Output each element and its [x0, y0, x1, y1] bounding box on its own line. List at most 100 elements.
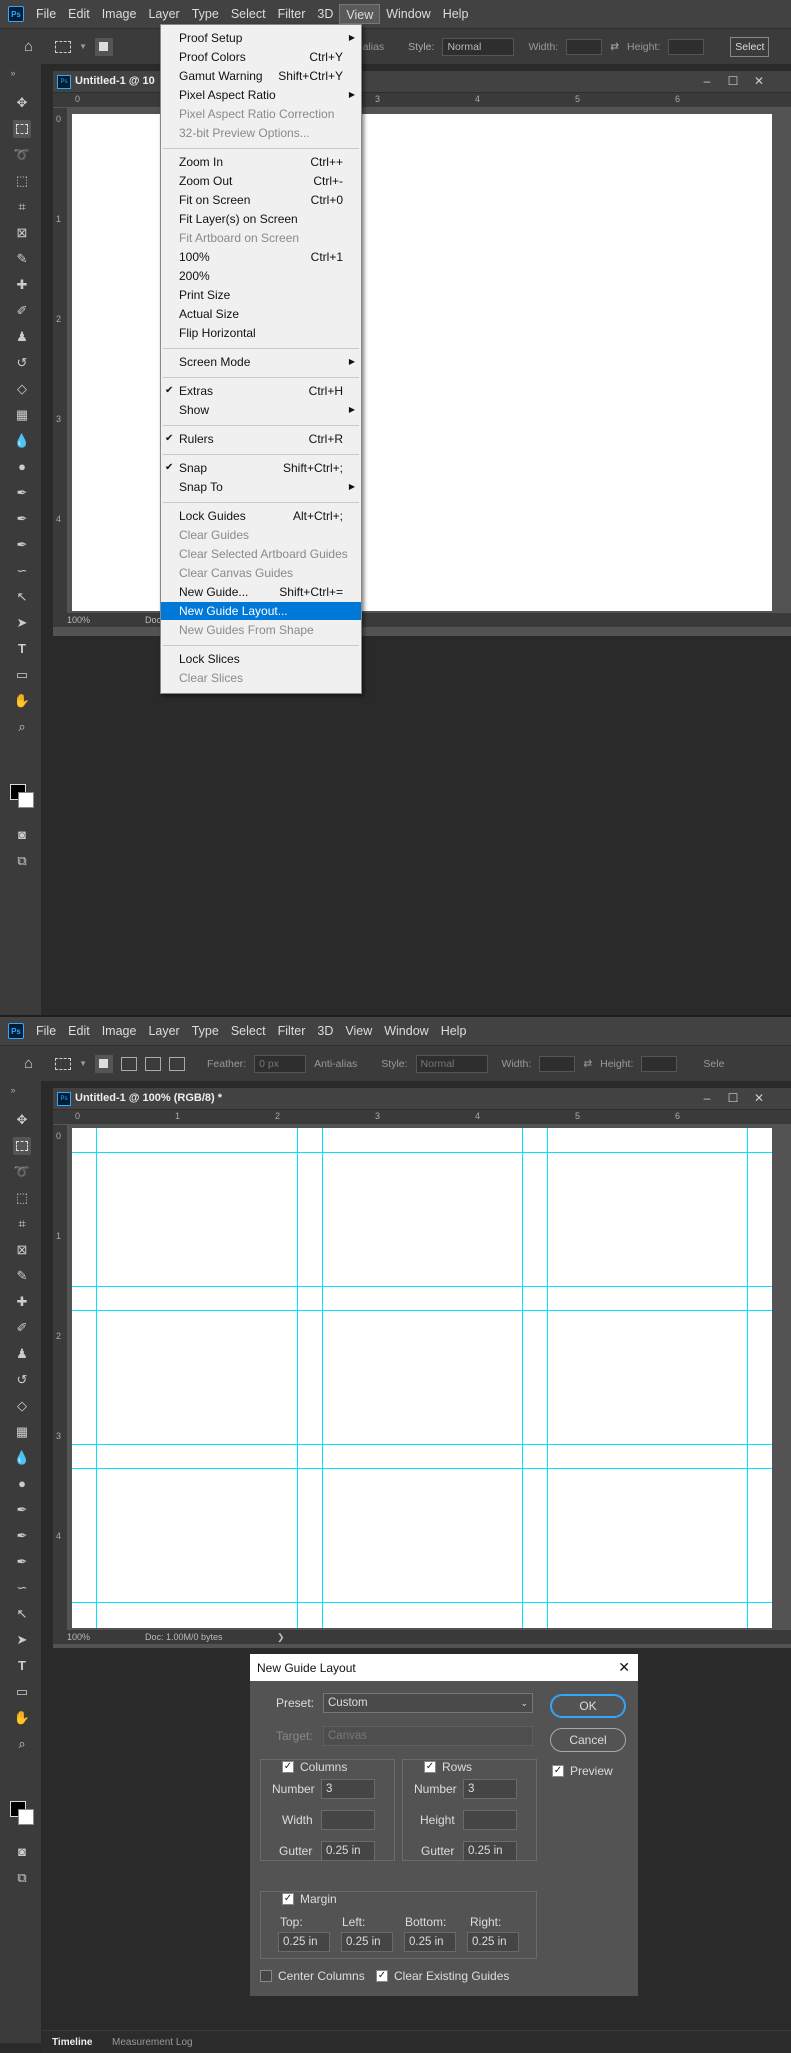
rows-checkbox[interactable]: ✓ [424, 1761, 436, 1773]
view-menu-item[interactable]: Lock Guides Alt+Ctrl+; [161, 507, 361, 525]
guide-horizontal[interactable] [72, 1468, 772, 1469]
view-menu-item[interactable]: Zoom Out Ctrl+- [161, 172, 361, 190]
view-menu-item[interactable]: Proof Setup ▶ [161, 29, 361, 47]
new-selection-icon[interactable] [94, 37, 113, 56]
minimize-icon[interactable]: – [699, 74, 715, 90]
menu-image[interactable]: Image [96, 1021, 143, 1041]
menu-layer[interactable]: Layer [142, 4, 185, 24]
row-gutter-input[interactable]: 0.25 in [463, 1841, 517, 1861]
select-and-mask-button[interactable]: Sele [703, 1058, 724, 1070]
eyedropper-icon[interactable]: ✎ [13, 250, 31, 268]
column-gutter-input[interactable]: 0.25 in [321, 1841, 375, 1861]
clone-stamp-icon[interactable]: ♟ [13, 328, 31, 346]
view-menu-item[interactable]: New Guide... Shift+Ctrl+= [161, 583, 361, 601]
chevron-down-icon[interactable]: ▼ [79, 1059, 87, 1068]
chevron-right-icon[interactable]: ❯ [277, 1632, 285, 1643]
canvas[interactable] [72, 1128, 772, 1628]
chevron-down-icon[interactable]: ▼ [79, 42, 87, 51]
frame-tool-icon[interactable]: ⊠ [13, 1241, 31, 1259]
gradient-tool-icon[interactable]: ▦ [13, 1423, 31, 1441]
width-input[interactable] [566, 38, 603, 55]
guide-vertical[interactable] [547, 1128, 548, 1628]
collapse-icon[interactable]: » [4, 1081, 22, 1099]
horizontal-ruler[interactable]: 0 1 2 3 4 5 6 [53, 1110, 791, 1125]
lasso-tool-icon[interactable]: ➰ [13, 1163, 31, 1181]
type-tool-icon[interactable]: T [13, 1657, 31, 1675]
history-brush-icon[interactable]: ↺ [13, 1371, 31, 1389]
guide-vertical[interactable] [747, 1128, 748, 1628]
menu-edit[interactable]: Edit [62, 1021, 96, 1041]
tab-timeline[interactable]: Timeline [52, 2037, 92, 2048]
new-selection-icon[interactable] [94, 1054, 113, 1073]
zoom-level[interactable]: 100% [67, 1632, 90, 1642]
view-menu-item[interactable]: ✔ Rulers Ctrl+R [161, 430, 361, 448]
view-menu-item[interactable]: 100% Ctrl+1 [161, 248, 361, 266]
history-brush-icon[interactable]: ↺ [13, 354, 31, 372]
menu-select[interactable]: Select [225, 1021, 272, 1041]
tab-measurement-log[interactable]: Measurement Log [112, 2037, 193, 2048]
menu-file[interactable]: File [30, 4, 62, 24]
freeform-pen-icon[interactable]: ✒ [13, 1553, 31, 1571]
intersect-selection-icon[interactable] [168, 1056, 185, 1071]
object-select-icon[interactable]: ⬚ [13, 1189, 31, 1207]
collapse-icon[interactable]: » [4, 64, 22, 82]
background-color-swatch[interactable] [18, 792, 34, 808]
clone-stamp-icon[interactable]: ♟ [13, 1345, 31, 1363]
marquee-preset-icon[interactable] [55, 40, 72, 53]
healing-brush-icon[interactable]: ✚ [13, 276, 31, 294]
view-menu-item[interactable]: Zoom In Ctrl++ [161, 153, 361, 171]
center-columns-checkbox[interactable] [260, 1970, 272, 1982]
screen-mode-icon[interactable]: ⧉ [13, 852, 31, 870]
hand-tool-icon[interactable]: ✋ [13, 1709, 31, 1727]
menu-filter[interactable]: Filter [272, 1021, 312, 1041]
document-tab-bottom[interactable]: Ps Untitled-1 @ 100% (RGB/8) * – ☐ ✕ [53, 1088, 791, 1110]
margin-bottom-input[interactable]: 0.25 in [404, 1932, 456, 1952]
guide-horizontal[interactable] [72, 1152, 772, 1153]
view-menu-item[interactable]: Fit Layer(s) on Screen [161, 210, 361, 228]
photoshop-logo-icon[interactable]: Ps [8, 6, 24, 22]
vertical-ruler[interactable]: 0 1 2 3 4 [53, 108, 68, 622]
guide-horizontal[interactable] [72, 1286, 772, 1287]
preview-checkbox[interactable]: ✓ [552, 1765, 564, 1777]
column-width-input[interactable] [321, 1810, 375, 1830]
margin-top-input[interactable]: 0.25 in [278, 1932, 330, 1952]
healing-brush-icon[interactable]: ✚ [13, 1293, 31, 1311]
guide-horizontal[interactable] [72, 1444, 772, 1445]
width-input[interactable] [539, 1055, 576, 1072]
crop-tool-icon[interactable]: ⌗ [13, 198, 31, 216]
path-select-icon[interactable]: ↖ [13, 1605, 31, 1623]
zoom-tool-icon[interactable]: ⌕ [13, 718, 31, 736]
close-icon[interactable]: ✕ [751, 1091, 767, 1107]
menu-view[interactable]: View [339, 4, 381, 24]
swap-icon[interactable]: ⇄ [583, 1058, 592, 1070]
height-input[interactable] [641, 1055, 678, 1072]
guide-vertical[interactable] [297, 1128, 298, 1628]
menu-help[interactable]: Help [437, 4, 475, 24]
maximize-icon[interactable]: ☐ [725, 1091, 741, 1107]
menu-type[interactable]: Type [186, 1021, 225, 1041]
menu-3d[interactable]: 3D [311, 1021, 339, 1041]
menu-help[interactable]: Help [435, 1021, 473, 1041]
pen-variant-icon[interactable]: ✒ [13, 510, 31, 528]
pen-tool-icon[interactable]: ✒ [13, 1501, 31, 1519]
row-height-input[interactable] [463, 1810, 517, 1830]
direct-select-icon[interactable]: ➤ [13, 1631, 31, 1649]
quick-mask-icon[interactable]: ◙ [13, 826, 31, 844]
direct-select-icon[interactable]: ➤ [13, 614, 31, 632]
background-color-swatch[interactable] [18, 1809, 34, 1825]
view-menu-item[interactable]: Proof Colors Ctrl+Y [161, 48, 361, 66]
home-icon[interactable]: ⌂ [24, 1055, 33, 1072]
pen-tool-icon[interactable]: ✒ [13, 484, 31, 502]
cancel-button[interactable]: Cancel [550, 1728, 626, 1752]
view-menu-item[interactable]: Fit on Screen Ctrl+0 [161, 191, 361, 209]
menu-filter[interactable]: Filter [272, 4, 312, 24]
view-menu-item[interactable]: ✔ Extras Ctrl+H [161, 382, 361, 400]
menu-image[interactable]: Image [96, 4, 143, 24]
margin-right-input[interactable]: 0.25 in [467, 1932, 519, 1952]
view-menu-item[interactable]: 200% [161, 267, 361, 285]
rectangle-tool-icon[interactable]: ▭ [13, 666, 31, 684]
blur-tool-icon[interactable]: 💧 [13, 432, 31, 450]
marquee-tool-icon[interactable] [13, 1137, 31, 1155]
menu-window[interactable]: Window [380, 4, 436, 24]
view-menu-item[interactable]: Flip Horizontal [161, 324, 361, 342]
